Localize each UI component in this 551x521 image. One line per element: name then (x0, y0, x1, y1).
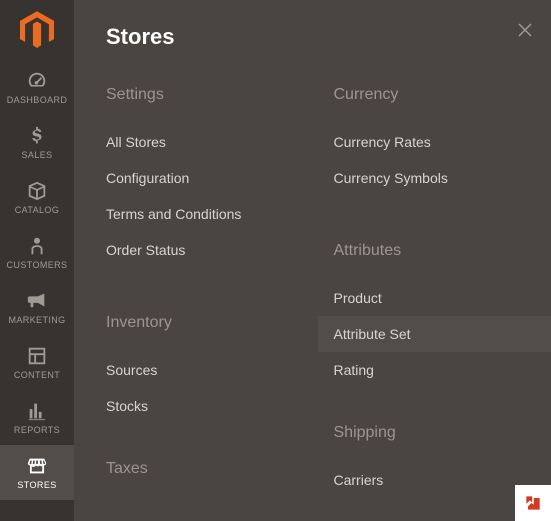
link-currency-rates[interactable]: Currency Rates (334, 124, 538, 160)
box-icon (26, 180, 48, 202)
nav-label: SALES (21, 150, 52, 160)
nav-label: STORES (17, 480, 56, 490)
group-head: Settings (106, 86, 310, 104)
group-attributes: Attributes Product Attribute Set Rating (334, 242, 538, 388)
col-left: Settings All Stores Configuration Terms … (106, 86, 334, 498)
group-head: Attributes (334, 242, 538, 260)
group-head: Taxes (106, 460, 310, 478)
link-sources[interactable]: Sources (106, 352, 310, 388)
panel-columns: Settings All Stores Configuration Terms … (106, 86, 537, 498)
link-rating[interactable]: Rating (334, 352, 538, 388)
link-order-status[interactable]: Order Status (106, 232, 310, 268)
panel-title: Stores (106, 24, 537, 50)
nav-label: CONTENT (14, 370, 60, 380)
group-currency: Currency Currency Rates Currency Symbols (334, 86, 538, 196)
nav: DASHBOARD SALES CATALOG CUSTOMERS MARKET… (0, 60, 74, 521)
group-shipping: Shipping Carriers (334, 424, 538, 498)
nav-label: MARKETING (8, 315, 65, 325)
link-attribute-set[interactable]: Attribute Set (318, 316, 551, 352)
dollar-icon (26, 125, 48, 147)
nav-catalog[interactable]: CATALOG (0, 170, 74, 225)
gauge-icon (26, 70, 48, 92)
nav-label: CUSTOMERS (7, 260, 68, 270)
nav-label: CATALOG (15, 205, 59, 215)
layout-icon (26, 345, 48, 367)
megaphone-icon (26, 290, 48, 312)
group-head: Currency (334, 86, 538, 104)
corner-badge[interactable] (515, 485, 551, 521)
group-inventory: Inventory Sources Stocks (106, 314, 310, 424)
bars-icon (26, 400, 48, 422)
nav-content[interactable]: CONTENT (0, 335, 74, 390)
link-product[interactable]: Product (334, 280, 538, 316)
stores-panel: Stores Settings All Stores Configuration… (74, 0, 551, 521)
link-configuration[interactable]: Configuration (106, 160, 310, 196)
nav-reports[interactable]: REPORTS (0, 390, 74, 445)
link-carriers[interactable]: Carriers (334, 462, 538, 498)
col-right: Currency Currency Rates Currency Symbols… (334, 86, 538, 498)
group-head: Shipping (334, 424, 538, 442)
group-head: Inventory (106, 314, 310, 332)
sidebar: DASHBOARD SALES CATALOG CUSTOMERS MARKET… (0, 0, 74, 521)
link-all-stores[interactable]: All Stores (106, 124, 310, 160)
close-button[interactable] (517, 22, 537, 42)
magento-icon (20, 11, 54, 49)
nav-customers[interactable]: CUSTOMERS (0, 225, 74, 280)
group-taxes: Taxes (106, 460, 310, 478)
nav-dashboard[interactable]: DASHBOARD (0, 60, 74, 115)
nav-stores[interactable]: STORES (0, 445, 74, 500)
nav-label: DASHBOARD (7, 95, 68, 105)
store-icon (26, 455, 48, 477)
link-stocks[interactable]: Stocks (106, 388, 310, 424)
close-icon (517, 22, 533, 38)
badge-icon (523, 493, 543, 513)
person-icon (26, 235, 48, 257)
nav-marketing[interactable]: MARKETING (0, 280, 74, 335)
nav-sales[interactable]: SALES (0, 115, 74, 170)
link-currency-symbols[interactable]: Currency Symbols (334, 160, 538, 196)
logo[interactable] (0, 0, 74, 60)
link-terms-and-conditions[interactable]: Terms and Conditions (106, 196, 310, 232)
nav-label: REPORTS (14, 425, 60, 435)
group-settings: Settings All Stores Configuration Terms … (106, 86, 310, 268)
